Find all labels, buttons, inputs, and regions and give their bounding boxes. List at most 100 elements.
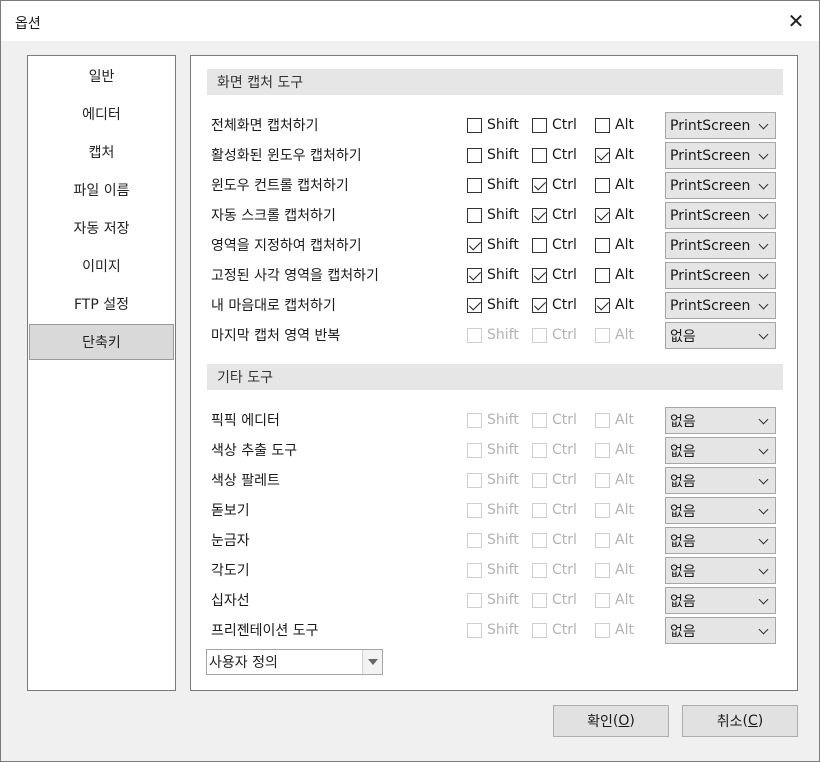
alt-checkbox[interactable]: Alt: [595, 591, 634, 609]
alt-checkbox[interactable]: Alt: [595, 441, 634, 459]
key-select[interactable]: 없음: [665, 322, 776, 349]
alt-checkbox[interactable]: Alt: [595, 471, 634, 489]
ctrl-checkbox[interactable]: Ctrl: [532, 591, 577, 609]
nav-item[interactable]: 파일 이름: [29, 172, 174, 208]
key-select[interactable]: PrintScreen: [665, 172, 776, 199]
key-select[interactable]: 없음: [665, 407, 776, 434]
alt-checkbox[interactable]: Alt: [595, 411, 634, 429]
checkbox-box[interactable]: [532, 472, 547, 488]
shift-checkbox[interactable]: Shift: [467, 561, 519, 579]
checkbox-box[interactable]: [595, 267, 610, 283]
checkbox-box[interactable]: [595, 117, 610, 133]
shift-checkbox[interactable]: Shift: [467, 591, 519, 609]
alt-checkbox[interactable]: Alt: [595, 146, 634, 164]
ctrl-checkbox[interactable]: Ctrl: [532, 531, 577, 549]
shift-checkbox[interactable]: Shift: [467, 471, 519, 489]
checkbox-box[interactable]: [532, 592, 547, 608]
shift-checkbox[interactable]: Shift: [467, 621, 519, 639]
checkbox-box[interactable]: [467, 532, 482, 548]
ctrl-checkbox[interactable]: Ctrl: [532, 621, 577, 639]
alt-checkbox[interactable]: Alt: [595, 561, 634, 579]
checkbox-box[interactable]: [467, 117, 482, 133]
key-select[interactable]: 없음: [665, 587, 776, 614]
shift-checkbox[interactable]: Shift: [467, 146, 519, 164]
ctrl-checkbox[interactable]: Ctrl: [532, 266, 577, 284]
ctrl-checkbox[interactable]: Ctrl: [532, 146, 577, 164]
preset-select[interactable]: 사용자 정의: [206, 649, 383, 675]
checkbox-box[interactable]: [467, 147, 482, 163]
shift-checkbox[interactable]: Shift: [467, 266, 519, 284]
ctrl-checkbox[interactable]: Ctrl: [532, 236, 577, 254]
checkbox-box[interactable]: [532, 442, 547, 458]
checkbox-box[interactable]: [595, 472, 610, 488]
cancel-button[interactable]: 취소(C): [682, 705, 798, 737]
key-select[interactable]: PrintScreen: [665, 292, 776, 319]
ctrl-checkbox[interactable]: Ctrl: [532, 206, 577, 224]
checkbox-box[interactable]: [532, 207, 547, 223]
checkbox-box[interactable]: [595, 237, 610, 253]
nav-item[interactable]: 일반: [29, 58, 174, 94]
alt-checkbox[interactable]: Alt: [595, 621, 634, 639]
checkbox-box[interactable]: [467, 267, 482, 283]
checkbox-box[interactable]: [532, 147, 547, 163]
checkbox-box[interactable]: [467, 562, 482, 578]
key-select[interactable]: PrintScreen: [665, 112, 776, 139]
key-select[interactable]: 없음: [665, 497, 776, 524]
ctrl-checkbox[interactable]: Ctrl: [532, 116, 577, 134]
shift-checkbox[interactable]: Shift: [467, 296, 519, 314]
checkbox-box[interactable]: [467, 177, 482, 193]
shift-checkbox[interactable]: Shift: [467, 501, 519, 519]
checkbox-box[interactable]: [467, 207, 482, 223]
key-select[interactable]: 없음: [665, 467, 776, 494]
shift-checkbox[interactable]: Shift: [467, 411, 519, 429]
shift-checkbox[interactable]: Shift: [467, 326, 519, 344]
nav-item[interactable]: 이미지: [29, 248, 174, 284]
checkbox-box[interactable]: [532, 267, 547, 283]
checkbox-box[interactable]: [467, 237, 482, 253]
nav-item[interactable]: 자동 저장: [29, 210, 174, 246]
ok-button[interactable]: 확인(O): [553, 705, 669, 737]
alt-checkbox[interactable]: Alt: [595, 326, 634, 344]
checkbox-box[interactable]: [532, 532, 547, 548]
close-icon[interactable]: ✕: [773, 1, 819, 41]
checkbox-box[interactable]: [532, 562, 547, 578]
checkbox-box[interactable]: [467, 622, 482, 638]
checkbox-box[interactable]: [595, 442, 610, 458]
alt-checkbox[interactable]: Alt: [595, 266, 634, 284]
alt-checkbox[interactable]: Alt: [595, 531, 634, 549]
ctrl-checkbox[interactable]: Ctrl: [532, 411, 577, 429]
checkbox-box[interactable]: [467, 442, 482, 458]
checkbox-box[interactable]: [467, 327, 482, 343]
alt-checkbox[interactable]: Alt: [595, 206, 634, 224]
checkbox-box[interactable]: [532, 177, 547, 193]
key-select[interactable]: PrintScreen: [665, 232, 776, 259]
checkbox-box[interactable]: [595, 532, 610, 548]
checkbox-box[interactable]: [532, 622, 547, 638]
key-select[interactable]: PrintScreen: [665, 202, 776, 229]
shift-checkbox[interactable]: Shift: [467, 236, 519, 254]
key-select[interactable]: 없음: [665, 617, 776, 644]
shift-checkbox[interactable]: Shift: [467, 441, 519, 459]
shift-checkbox[interactable]: Shift: [467, 176, 519, 194]
shift-checkbox[interactable]: Shift: [467, 531, 519, 549]
key-select[interactable]: 없음: [665, 557, 776, 584]
checkbox-box[interactable]: [532, 502, 547, 518]
checkbox-box[interactable]: [467, 592, 482, 608]
shift-checkbox[interactable]: Shift: [467, 206, 519, 224]
alt-checkbox[interactable]: Alt: [595, 236, 634, 254]
alt-checkbox[interactable]: Alt: [595, 176, 634, 194]
ctrl-checkbox[interactable]: Ctrl: [532, 326, 577, 344]
ctrl-checkbox[interactable]: Ctrl: [532, 471, 577, 489]
checkbox-box[interactable]: [595, 412, 610, 428]
alt-checkbox[interactable]: Alt: [595, 501, 634, 519]
checkbox-box[interactable]: [467, 297, 482, 313]
checkbox-box[interactable]: [595, 207, 610, 223]
checkbox-box[interactable]: [595, 592, 610, 608]
key-select[interactable]: PrintScreen: [665, 262, 776, 289]
nav-item[interactable]: 에디터: [29, 96, 174, 132]
ctrl-checkbox[interactable]: Ctrl: [532, 441, 577, 459]
checkbox-box[interactable]: [595, 502, 610, 518]
ctrl-checkbox[interactable]: Ctrl: [532, 296, 577, 314]
dropdown-arrow-icon[interactable]: [362, 650, 382, 674]
checkbox-box[interactable]: [595, 562, 610, 578]
